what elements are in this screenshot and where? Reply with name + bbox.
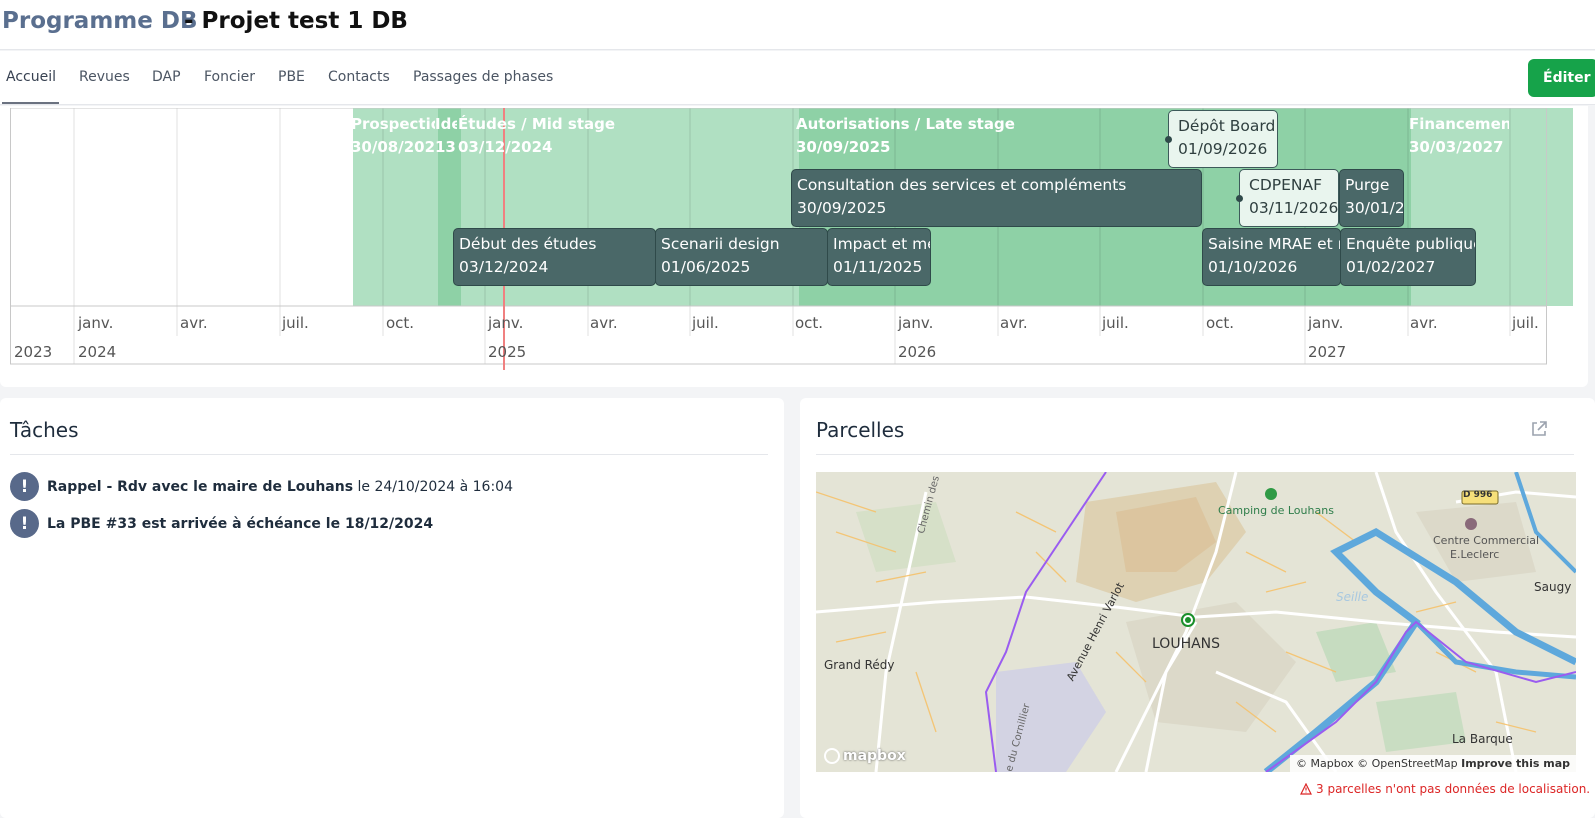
- divider: [816, 454, 1574, 455]
- map-label-louhans: LOUHANS: [1152, 636, 1221, 652]
- map-attribution[interactable]: © Mapbox © OpenStreetMap Improve this ma…: [1290, 755, 1576, 772]
- axis-month-label: juil.: [692, 314, 719, 332]
- tab-foncier[interactable]: Foncier: [204, 69, 255, 85]
- warning-icon: [1300, 783, 1312, 795]
- project-title: - Projet test 1 DB: [184, 8, 408, 34]
- task-scenarii-design[interactable]: Scenarii design 01/06/2025: [655, 228, 828, 286]
- parcelles-title: Parcelles: [816, 418, 905, 442]
- phase-label-financement: Financement 30/03/2027: [1409, 115, 1509, 156]
- axis-year-label: 2025: [488, 343, 527, 361]
- program-title[interactable]: Programme DB: [2, 8, 198, 34]
- milestone-dot: [1165, 136, 1172, 143]
- map-label-river: Seille: [1336, 590, 1369, 604]
- tab-revues[interactable]: Revues: [79, 69, 130, 85]
- milestone-depot-board[interactable]: Dépôt Board 01/09/2026: [1168, 110, 1278, 168]
- map-label-grand-redy: Grand Rédy: [824, 658, 895, 672]
- phase-label-prospection: Prospectio30/08/2024: [351, 115, 435, 156]
- external-link-icon[interactable]: [1530, 420, 1548, 438]
- task-enquete-publique[interactable]: Enquête publique 01/02/2027: [1340, 228, 1476, 286]
- map-label-saugy: Saugy: [1534, 580, 1572, 594]
- improve-map-link[interactable]: Improve this map: [1461, 757, 1570, 770]
- tab-contacts[interactable]: Contacts: [328, 69, 390, 85]
- edit-button[interactable]: Éditer: [1528, 59, 1595, 97]
- map-label-centre: Centre Commercial: [1433, 534, 1540, 547]
- axis-month-label: oct.: [1206, 314, 1235, 332]
- axis-month-label: janv.: [1308, 314, 1344, 332]
- map-label-camping: Camping de Louhans: [1218, 504, 1334, 517]
- axis-month-label: juil.: [1102, 314, 1129, 332]
- task-item-title[interactable]: La PBE #33 est arrivée à échéance le 18/…: [47, 516, 433, 532]
- task-item-title[interactable]: Rappel - Rdv avec le maire de Louhans: [47, 479, 353, 495]
- parcelles-map[interactable]: D 996 Camping de Louhans Centre Commerci…: [816, 472, 1576, 772]
- task-impact[interactable]: Impact et me 01/11/2025: [827, 228, 931, 286]
- map-road-label: D 996: [1463, 490, 1493, 500]
- map-label-la-barque: La Barque: [1452, 732, 1513, 746]
- axis-month-label: avr.: [1410, 314, 1438, 332]
- phase-label-autorisations: Autorisations / Late stage 30/09/2025: [796, 115, 1015, 156]
- axis-month-label: avr.: [590, 314, 618, 332]
- divider: [10, 454, 768, 455]
- task-item[interactable]: ! La PBE #33 est arrivée à échéance le 1…: [10, 509, 433, 538]
- timeline-card: Prospectio30/08/2024 Ide13 Études / Mid …: [0, 106, 1588, 387]
- axis-month-label: avr.: [1000, 314, 1028, 332]
- task-debut-des-etudes[interactable]: Début des études 03/12/2024: [453, 228, 656, 286]
- axis-month-label: oct.: [795, 314, 824, 332]
- task-consultation-services[interactable]: Consultation des services et compléments…: [791, 169, 1202, 227]
- map-label-leclerc: E.Leclerc: [1450, 548, 1500, 561]
- tab-dap[interactable]: DAP: [152, 69, 181, 85]
- axis-month-label: janv.: [78, 314, 114, 332]
- tab-accueil[interactable]: Accueil: [6, 69, 56, 85]
- task-item-detail: le 24/10/2024 à 16:04: [353, 478, 513, 495]
- active-tab-indicator: [2, 102, 59, 104]
- axis-year-label: 2023: [14, 343, 53, 361]
- phase-label-ide: Ide 13: [435, 115, 457, 156]
- attribution-text[interactable]: © Mapbox © OpenStreetMap: [1296, 757, 1458, 770]
- axis-year-label: 2026: [898, 343, 937, 361]
- task-saisine-mrae[interactable]: Saisine MRAE et m 01/10/2026: [1202, 228, 1341, 286]
- location-warning: 3 parcelles n'ont pas données de localis…: [1300, 782, 1590, 796]
- alert-icon: !: [10, 509, 39, 538]
- gantt-timeline[interactable]: Prospectio30/08/2024 Ide13 Études / Mid …: [10, 108, 1573, 387]
- axis-year-label: 2027: [1308, 343, 1347, 361]
- phase-label-etudes: Études / Mid stage 03/12/2024: [458, 115, 616, 156]
- task-purge[interactable]: Purge30/01/2027: [1339, 169, 1404, 227]
- mapbox-logo[interactable]: mapbox: [824, 748, 906, 764]
- axis-month-label: avr.: [180, 314, 208, 332]
- milestone-cdpenaf[interactable]: CDPENAF 03/11/2026: [1239, 169, 1339, 227]
- axis-month-label: janv.: [488, 314, 524, 332]
- tab-bar: Accueil Revues DAP Foncier PBE Contacts …: [0, 51, 1595, 105]
- axis-month-label: juil.: [282, 314, 309, 332]
- parcelles-card: Parcelles D 996 Camping de Louhans Centr…: [800, 398, 1595, 818]
- axis-month-label: juil.: [1512, 314, 1539, 332]
- tab-pbe[interactable]: PBE: [278, 69, 305, 85]
- axis-month-label: janv.: [898, 314, 934, 332]
- axis-month-label: oct.: [386, 314, 415, 332]
- axis-year-label: 2024: [78, 343, 117, 361]
- mapbox-icon: [824, 748, 840, 764]
- task-item[interactable]: ! Rappel - Rdv avec le maire de Louhans …: [10, 472, 513, 501]
- tab-passages-de-phases[interactable]: Passages de phases: [413, 69, 553, 85]
- tasks-title: Tâches: [10, 418, 79, 442]
- tasks-card: Tâches ! Rappel - Rdv avec le maire de L…: [0, 398, 784, 818]
- alert-icon: !: [10, 472, 39, 501]
- milestone-dot: [1236, 195, 1243, 202]
- page-header: Programme DB - Projet test 1 DB: [0, 0, 1595, 50]
